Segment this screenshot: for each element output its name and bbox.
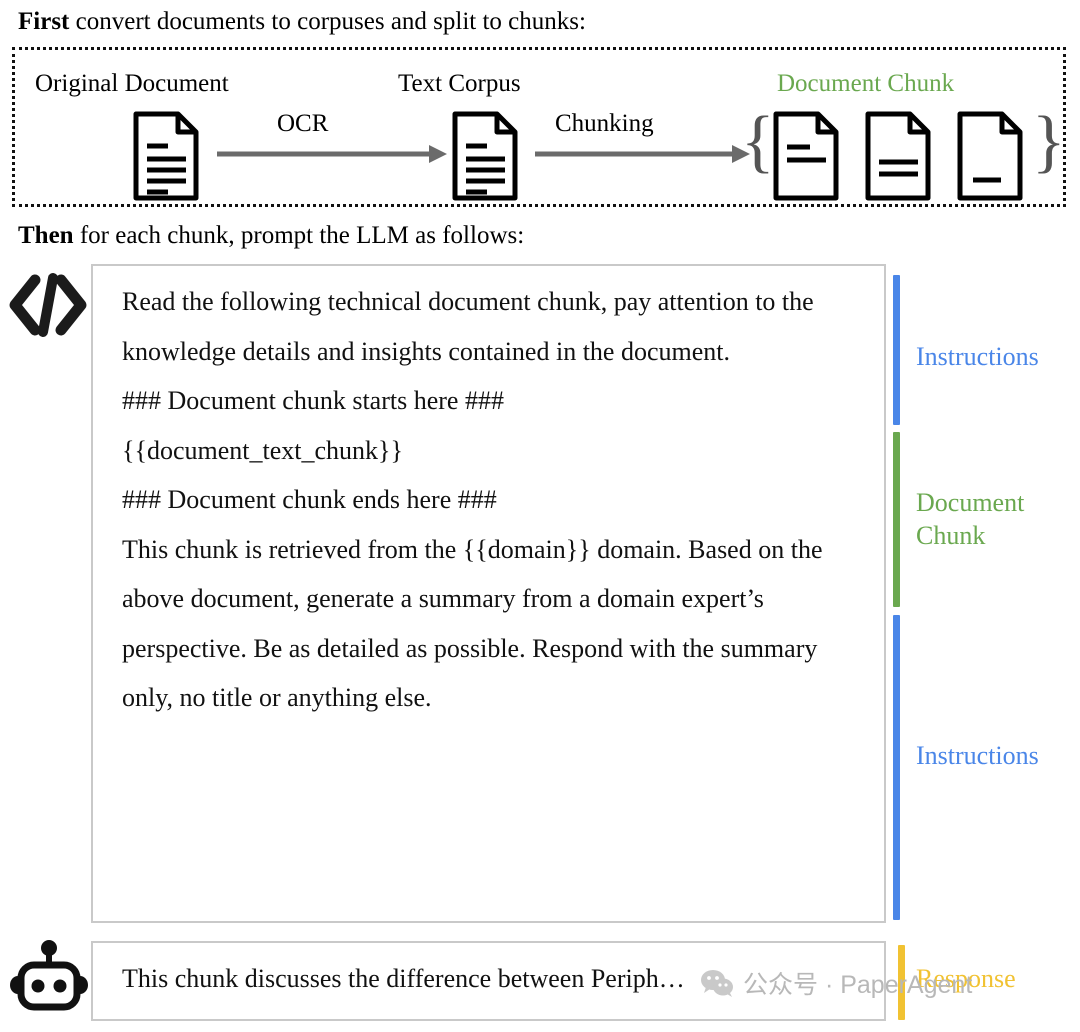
arrow-label-ocr: OCR [277, 110, 329, 137]
annotation-label-document-chunk: Document Chunk [916, 488, 1025, 550]
annotation-label-response: Response [916, 964, 1016, 993]
caption-first-step: First convert documents to corpuses and … [18, 8, 586, 36]
code-icon [8, 272, 88, 338]
prompt-body: Read the following technical document ch… [122, 277, 864, 723]
caption-first-lead: First [18, 8, 70, 35]
arrow-label-chunking: Chunking [555, 110, 654, 137]
pipeline-panel: Original Document Text Corpus Document C… [12, 47, 1066, 207]
prompt-line-chunk-variable: {{document_text_chunk}} [122, 435, 403, 465]
caption-then-rest: for each chunk, prompt the LLM as follow… [73, 222, 525, 249]
stage-label-text-corpus: Text Corpus [398, 70, 521, 97]
robot-icon [9, 938, 89, 1018]
brace-right: } [1032, 103, 1066, 180]
document-icon [864, 110, 932, 202]
document-icon [772, 110, 840, 202]
document-icon [451, 110, 519, 202]
prompt-line-chunk-start: ### Document chunk starts here ### [122, 386, 504, 415]
prompt-line-instructions-b: This chunk is retrieved from the {{domai… [122, 534, 823, 713]
stage-label-original-document: Original Document [35, 70, 229, 97]
caption-then-step: Then for each chunk, prompt the LLM as f… [18, 222, 524, 250]
annotation-label-instructions-top: Instructions [916, 342, 1039, 371]
response-body: This chunk discusses the difference betw… [122, 964, 685, 993]
annotation-bar-response [898, 945, 905, 1020]
prompt-textbox[interactable]: Read the following technical document ch… [91, 264, 886, 923]
caption-first-rest: convert documents to corpuses and split … [69, 8, 586, 35]
response-textbox[interactable]: This chunk discusses the difference betw… [91, 941, 886, 1021]
caption-then-lead: Then [18, 222, 74, 249]
annotation-label-instructions-bottom: Instructions [916, 741, 1039, 770]
prompt-line-instructions-a: Read the following technical document ch… [122, 287, 814, 366]
arrow-right-icon [535, 142, 750, 166]
annotation-bar-document-chunk [893, 432, 900, 607]
prompt-line-chunk-end: ### Document chunk ends here ### [122, 485, 497, 514]
stage-label-document-chunk: Document Chunk [777, 70, 955, 97]
annotation-bar-instructions-bottom [893, 615, 900, 920]
annotation-bar-instructions-top [893, 275, 900, 425]
brace-left: { [741, 103, 775, 180]
document-icon [956, 110, 1024, 202]
arrow-right-icon [217, 142, 447, 166]
document-icon [132, 110, 200, 202]
